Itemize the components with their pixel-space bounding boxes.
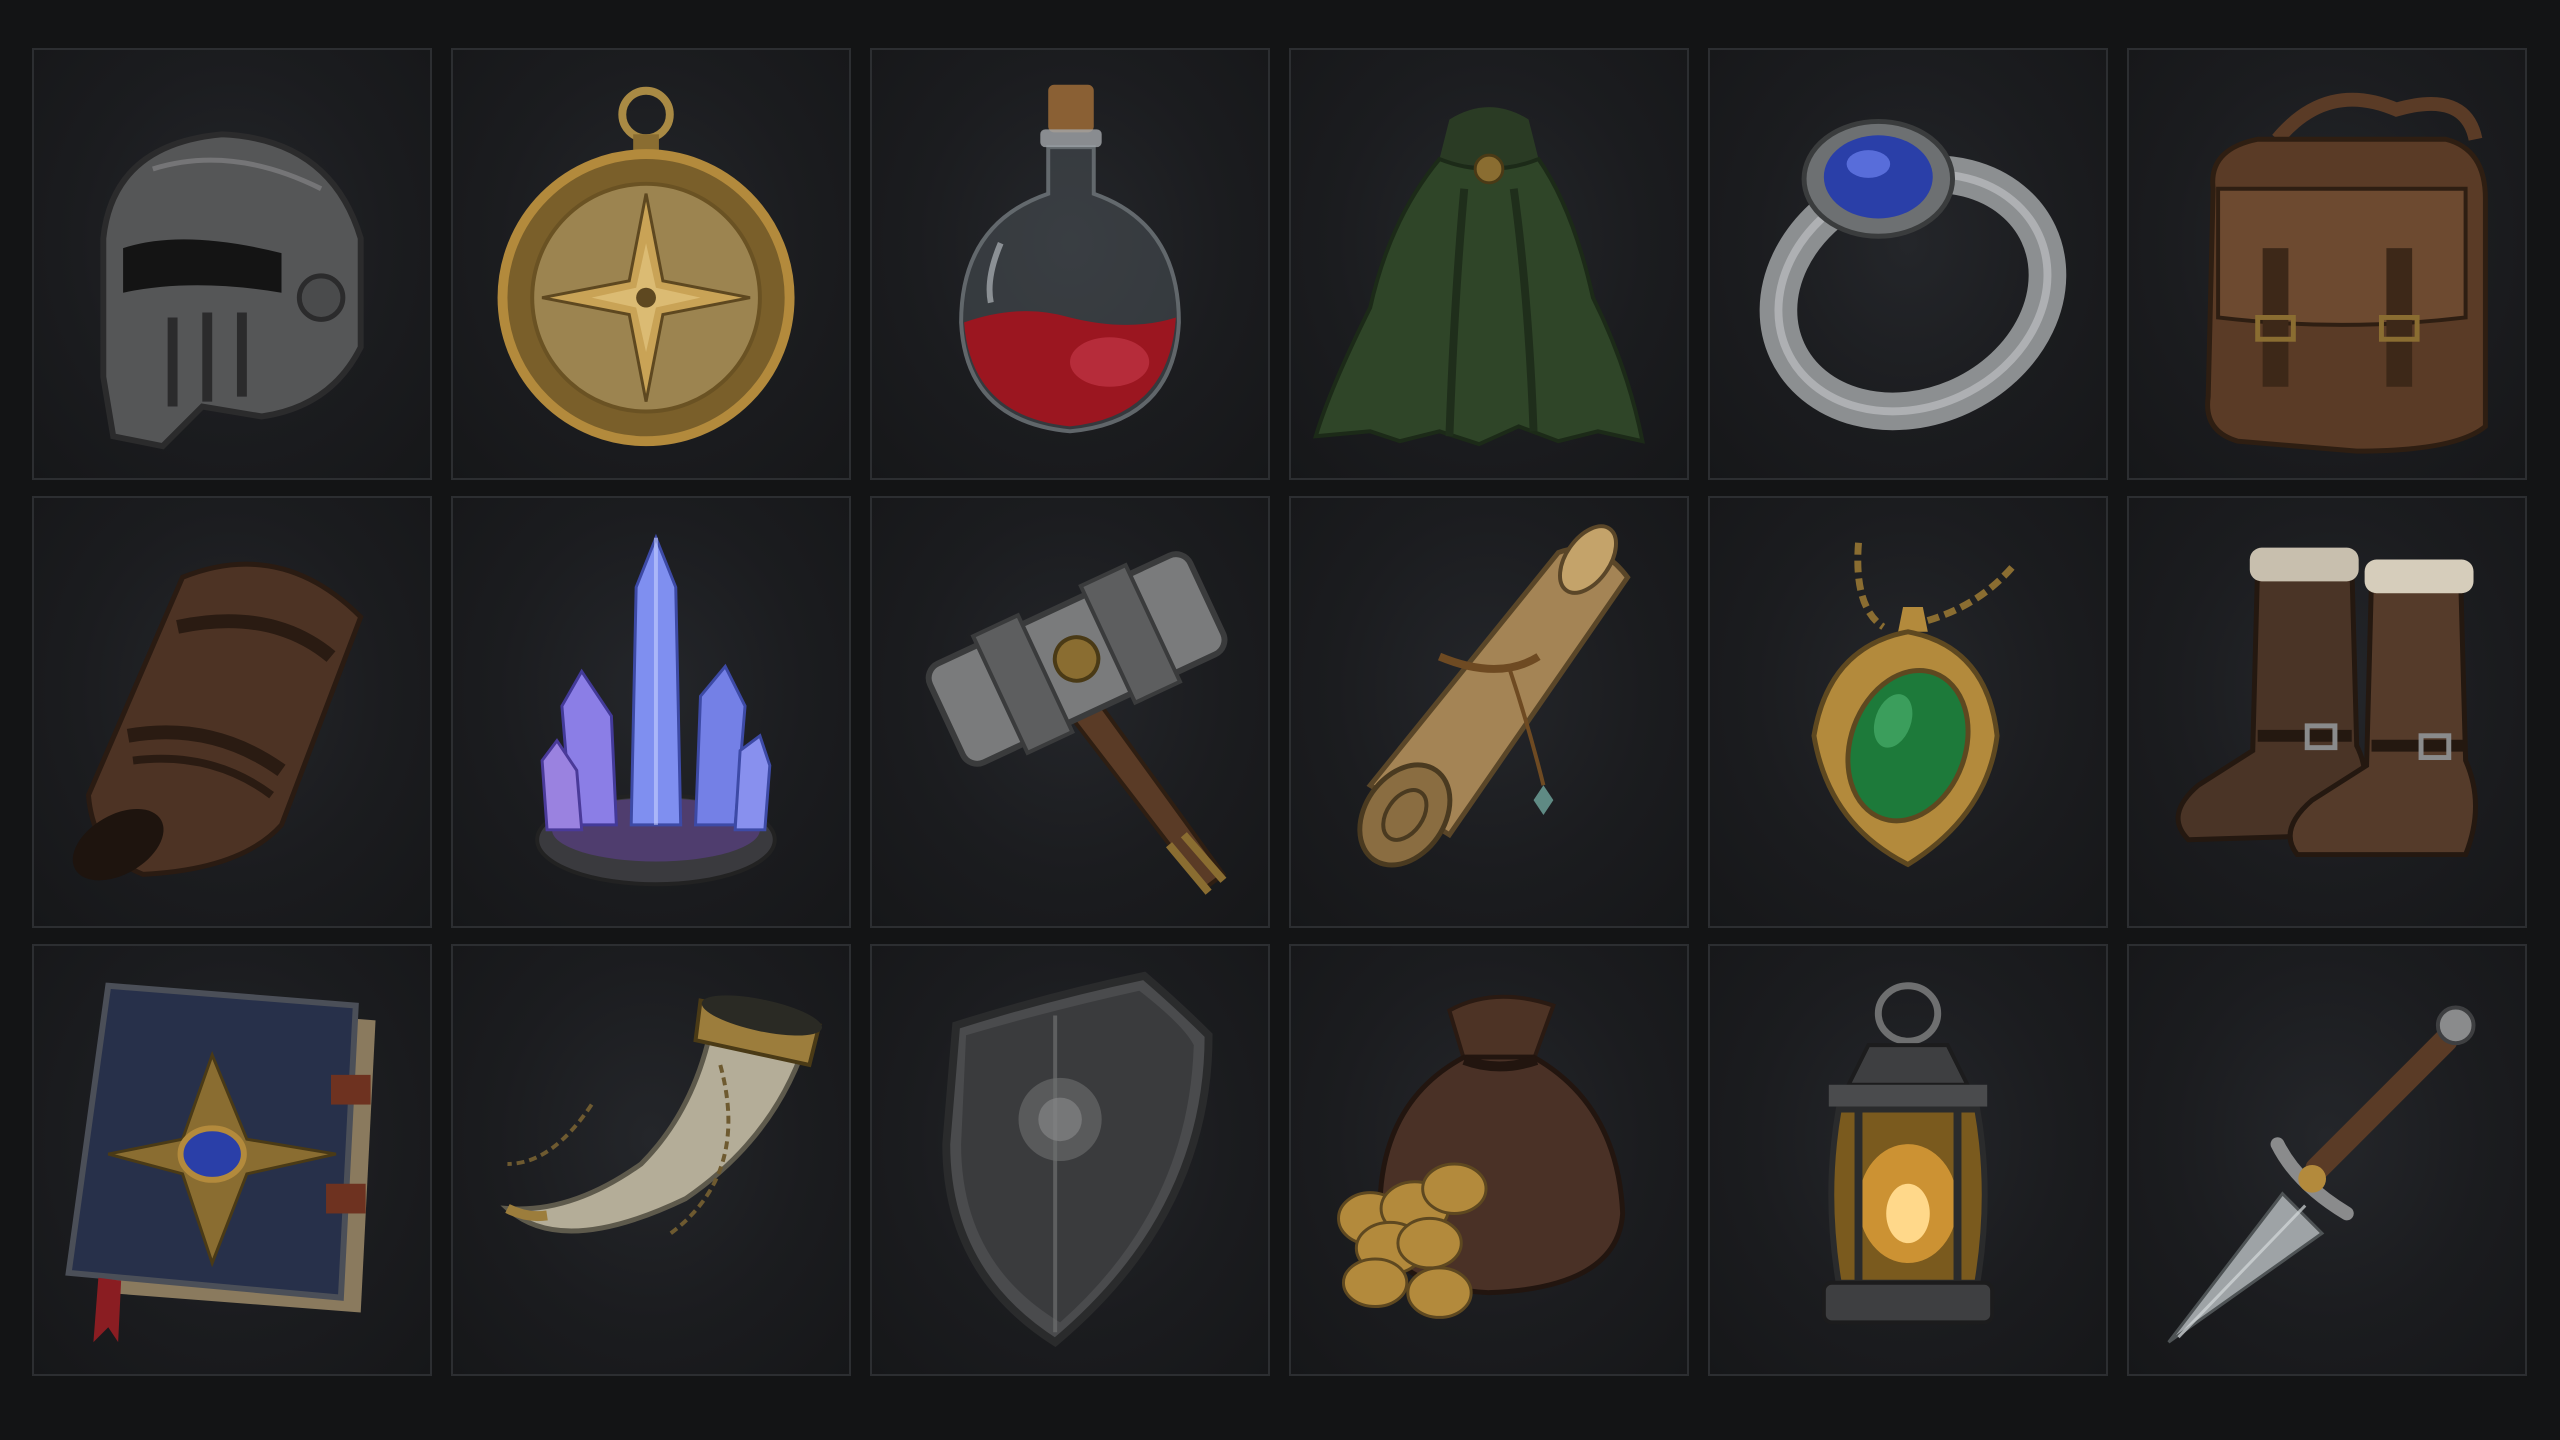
inventory-slot-crystal[interactable] [451,496,851,928]
inventory-slot-dagger[interactable] [2127,944,2527,1376]
coin-pouch-icon [1337,994,1626,1319]
inventory-slot-cloak[interactable] [1289,48,1689,480]
inventory-slot-bracer[interactable] [32,496,432,928]
compass-icon [497,86,795,447]
inventory-slot-amulet[interactable] [1708,496,2108,928]
leather-backpack-icon [2205,92,2488,454]
sapphire-ring-icon [1759,118,2067,431]
inventory-slot-boots[interactable] [2127,496,2527,928]
inventory-slot-spellbook[interactable] [32,944,432,1376]
drinking-horn-icon [500,995,823,1235]
inventory-slot-backpack[interactable] [2127,48,2527,480]
lantern-icon [1821,982,1995,1325]
emerald-amulet-icon [1811,542,2015,868]
parchment-scroll-icon [1357,524,1631,868]
red-potion-flask-icon [959,84,1181,434]
iron-shield-icon [942,971,1213,1348]
spellbook-icon [65,982,376,1343]
inventory-slot-lantern[interactable] [1708,944,2108,1376]
inventory-slot-hammer[interactable] [870,496,1270,928]
inventory-slot-shield[interactable] [870,944,1270,1376]
war-hammer-icon [925,551,1228,895]
inventory-slot-potion[interactable] [870,48,1270,480]
leather-boots-icon [2175,547,2478,858]
blue-crystal-cluster-icon [535,533,777,887]
inventory-slot-helmet[interactable] [32,48,432,480]
inventory-slot-coin-pouch[interactable] [1289,944,1689,1376]
leather-bracer-icon [72,561,364,881]
inventory-grid [32,48,2528,1376]
inventory-slot-scroll[interactable] [1289,496,1689,928]
helmet-icon [100,131,364,450]
inventory-slot-horn[interactable] [451,944,851,1376]
inventory-slot-compass[interactable] [451,48,851,480]
inventory-slot-ring[interactable] [1708,48,2108,480]
green-cloak-icon [1313,107,1645,447]
dagger-icon [2167,1005,2476,1344]
